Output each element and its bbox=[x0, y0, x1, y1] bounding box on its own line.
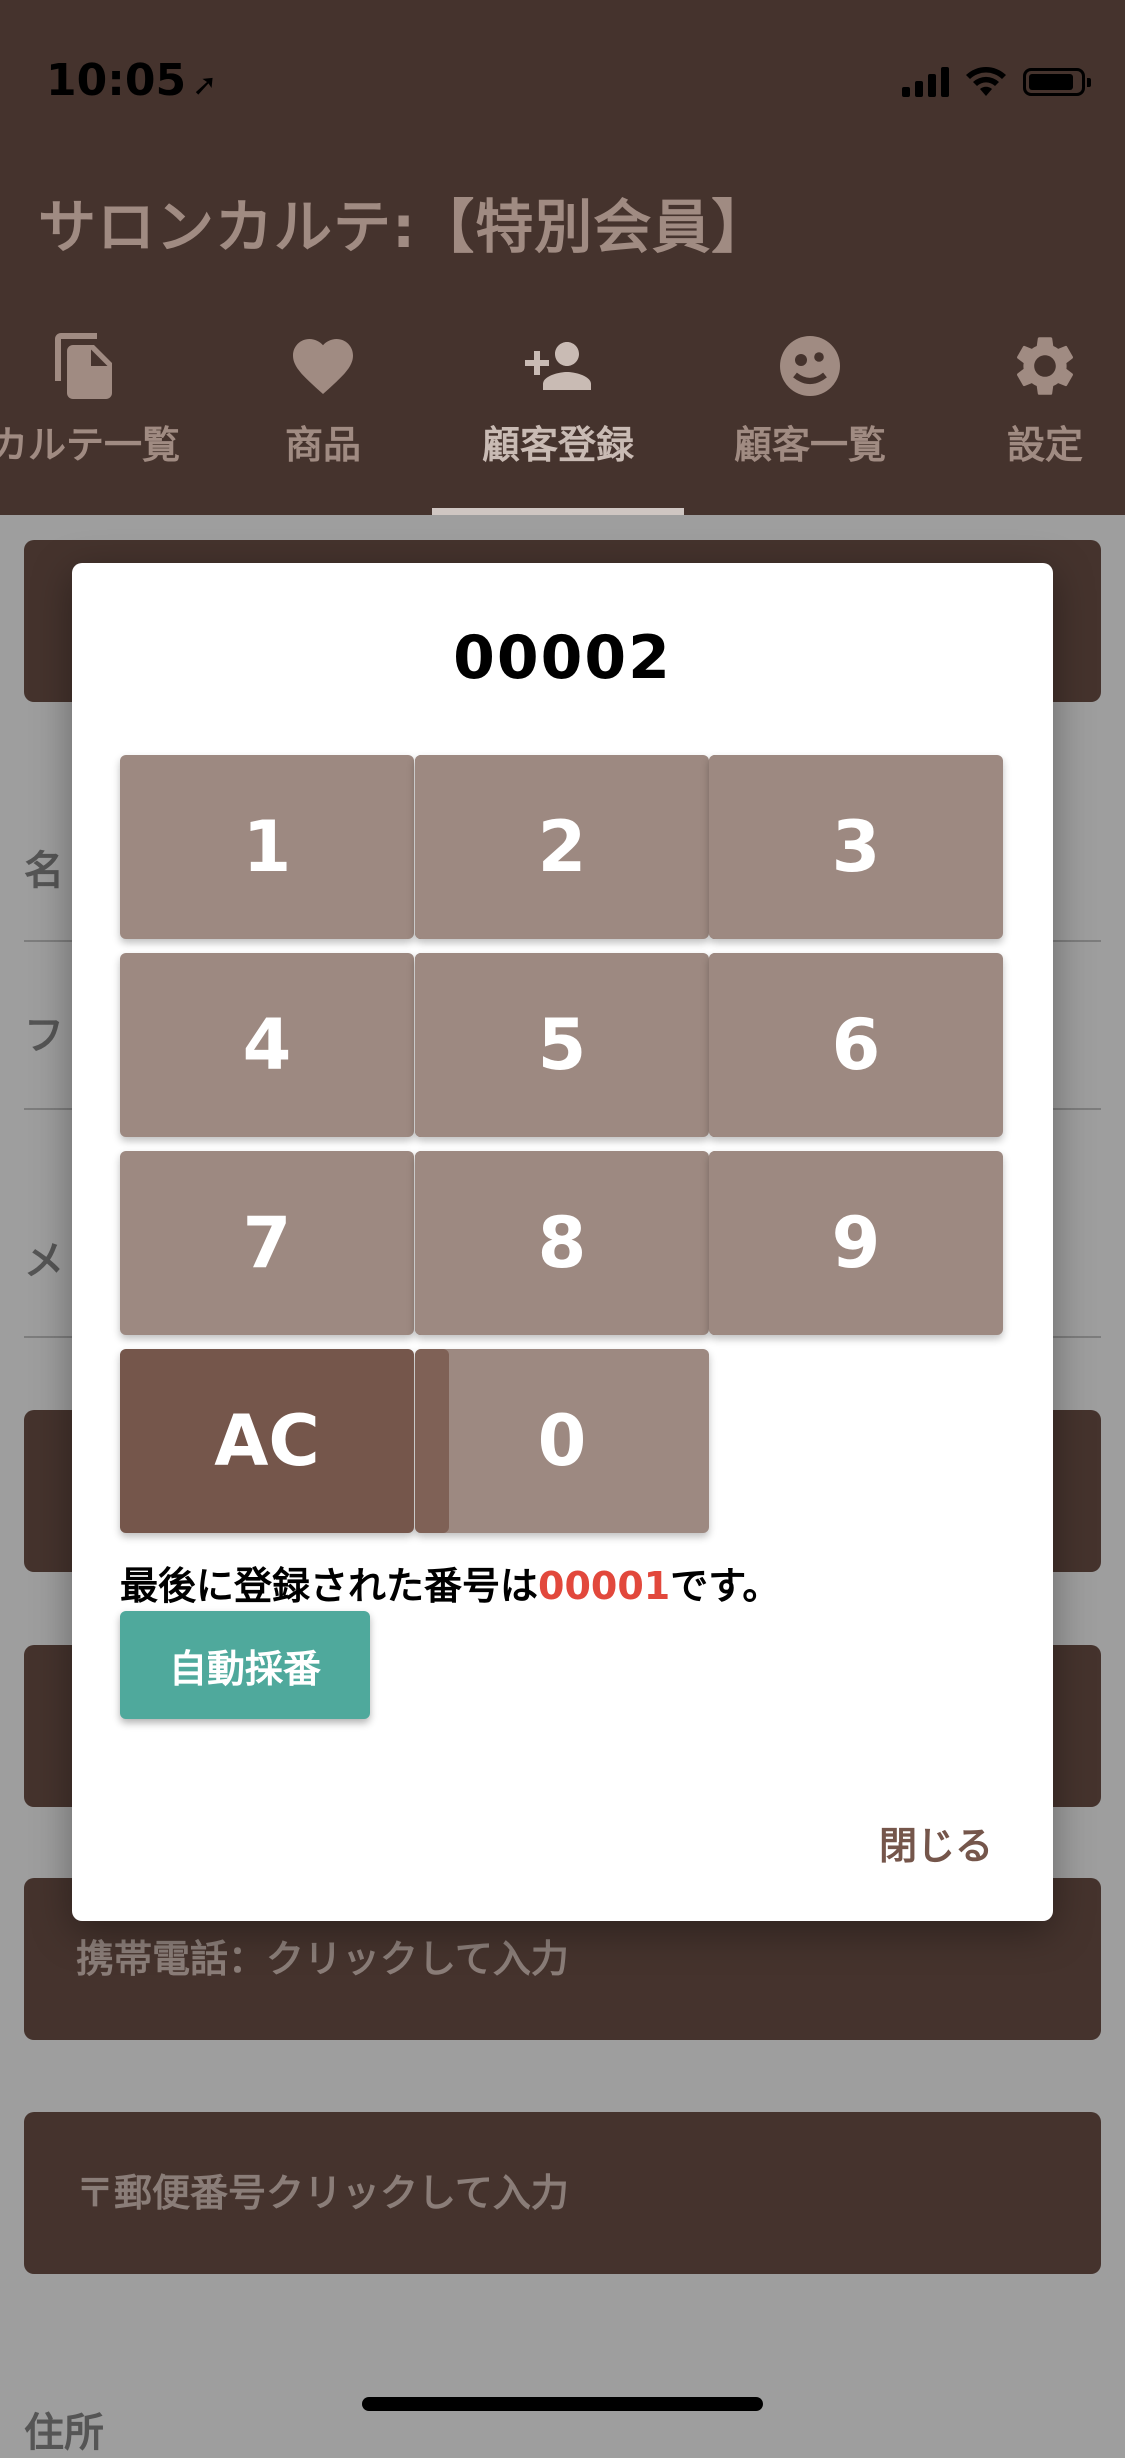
tab-products[interactable]: 商品 bbox=[243, 330, 403, 515]
key-1[interactable]: 1 bbox=[120, 755, 414, 939]
key-0[interactable]: 0 bbox=[415, 1349, 709, 1533]
tab-label: 顧客一覧 bbox=[733, 423, 886, 467]
number-input-dialog: 00002 1 2 3 4 5 6 7 8 9 0 AC 最後に登録された番号は… bbox=[72, 563, 1053, 1921]
status-bar: 10:05 ➚ bbox=[0, 0, 1125, 150]
tab-settings[interactable]: 設定 bbox=[990, 330, 1100, 515]
page-title: サロンカルテ:【特別会員】 bbox=[38, 193, 771, 261]
heart-icon bbox=[293, 339, 353, 395]
last-number-info: 最後に登録された番号は00001です。 bbox=[120, 1564, 781, 1608]
tab-chart-list[interactable]: カルテ一覧 bbox=[0, 330, 190, 515]
postal-code-placeholder: 〒郵便番号クリックして入力 bbox=[76, 2171, 569, 2215]
tab-customer-list[interactable]: 顧客一覧 bbox=[710, 330, 910, 515]
key-6[interactable]: 6 bbox=[709, 953, 1003, 1137]
face-icon bbox=[780, 336, 840, 396]
status-icons bbox=[902, 62, 1091, 102]
location-arrow-icon: ➚ bbox=[192, 68, 218, 103]
key-8[interactable]: 8 bbox=[415, 1151, 709, 1335]
document-copy-icon bbox=[55, 333, 112, 399]
all-clear-key[interactable]: AC bbox=[120, 1349, 414, 1533]
key-5[interactable]: 5 bbox=[415, 953, 709, 1137]
postal-code-field[interactable]: 〒郵便番号クリックして入力 bbox=[24, 2112, 1101, 2274]
tab-customer-register[interactable]: 顧客登録 bbox=[458, 330, 658, 515]
home-indicator[interactable] bbox=[362, 2397, 763, 2411]
address-label: 住所 bbox=[24, 2410, 104, 2456]
email-label: メ bbox=[24, 1238, 64, 1284]
battery-icon bbox=[1023, 68, 1091, 96]
tab-label: 商品 bbox=[284, 423, 361, 467]
app-header: 10:05 ➚ サロンカルテ:【特別会員】 カルテ一覧 商品 顧客登録 顧客一覧… bbox=[0, 0, 1125, 515]
key-3[interactable]: 3 bbox=[709, 755, 1003, 939]
tab-label: カルテ一覧 bbox=[0, 423, 180, 467]
active-tab-indicator bbox=[432, 508, 684, 515]
key-9[interactable]: 9 bbox=[709, 1151, 1003, 1335]
key-2[interactable]: 2 bbox=[415, 755, 709, 939]
key-separator bbox=[415, 1349, 449, 1533]
tab-bar: カルテ一覧 商品 顧客登録 顧客一覧 設定 bbox=[0, 330, 1125, 515]
furigana-label: フ bbox=[24, 1013, 64, 1059]
person-add-icon bbox=[525, 342, 591, 390]
key-7[interactable]: 7 bbox=[120, 1151, 414, 1335]
wifi-icon bbox=[966, 67, 1006, 96]
last-registered-number: 00001 bbox=[538, 1564, 671, 1608]
number-display: 00002 bbox=[453, 623, 672, 693]
name-label: 名 bbox=[24, 848, 64, 894]
gear-icon bbox=[1016, 337, 1074, 395]
tab-label: 顧客登録 bbox=[481, 423, 634, 467]
status-time: 10:05 ➚ bbox=[46, 55, 218, 106]
close-button[interactable]: 閉じる bbox=[879, 1815, 993, 1870]
key-4[interactable]: 4 bbox=[120, 953, 414, 1137]
auto-number-button[interactable]: 自動採番 bbox=[120, 1611, 370, 1719]
cellular-signal-icon bbox=[902, 67, 949, 97]
tab-label: 設定 bbox=[1006, 423, 1083, 467]
